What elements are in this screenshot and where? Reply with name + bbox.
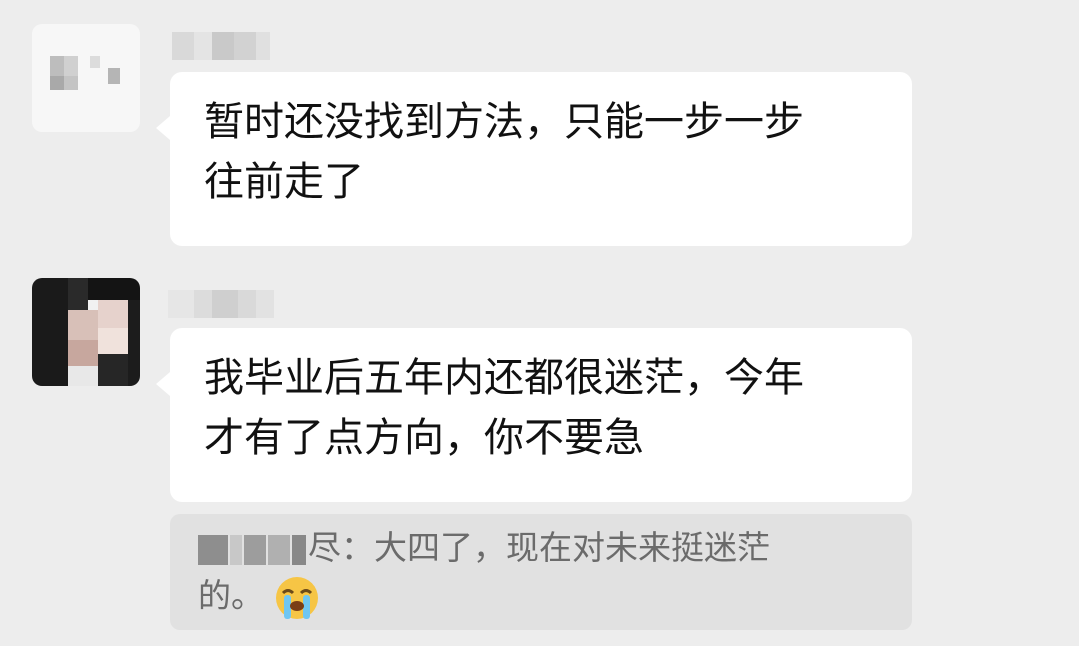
quoted-message[interactable]: 尽：大四了，现在对未来挺迷茫 的。 [170,514,912,630]
message-text-line: 暂时还没找到方法，只能一步一步 [204,99,804,145]
quote-line: 的。 [198,572,888,621]
avatar[interactable] [32,24,140,132]
avatar[interactable] [32,278,140,386]
message-text-line: 才有了点方向，你不要急 [204,415,644,461]
message-text-line: 我毕业后五年内还都很迷茫，今年 [204,355,804,401]
sender-name [172,32,282,60]
message-bubble[interactable]: 我毕业后五年内还都很迷茫，今年 才有了点方向，你不要急 [156,328,912,502]
quote-sender-blurred [292,534,306,565]
quote-sender-blurred [268,534,290,565]
message-bubble[interactable]: 暂时还没找到方法，只能一步一步 往前走了 [156,72,912,246]
crying-face-emoji-icon [276,576,318,619]
quote-text: 的。 [198,576,264,615]
quote-line: 尽：大四了，现在对未来挺迷茫 [198,524,888,572]
quote-sender-blurred [230,534,242,565]
quote-sender-blurred [198,534,228,565]
sender-name [168,290,278,318]
quote-text: 大四了，现在对未来挺迷茫 [374,528,770,567]
quote-sender-suffix: 尽： [308,528,374,567]
quote-sender-blurred [244,534,266,565]
message-text-line: 往前走了 [204,159,364,205]
chat-area: 暂时还没找到方法，只能一步一步 往前走了 我毕业后五年内还都很迷茫，今年 才有了… [0,0,1079,646]
